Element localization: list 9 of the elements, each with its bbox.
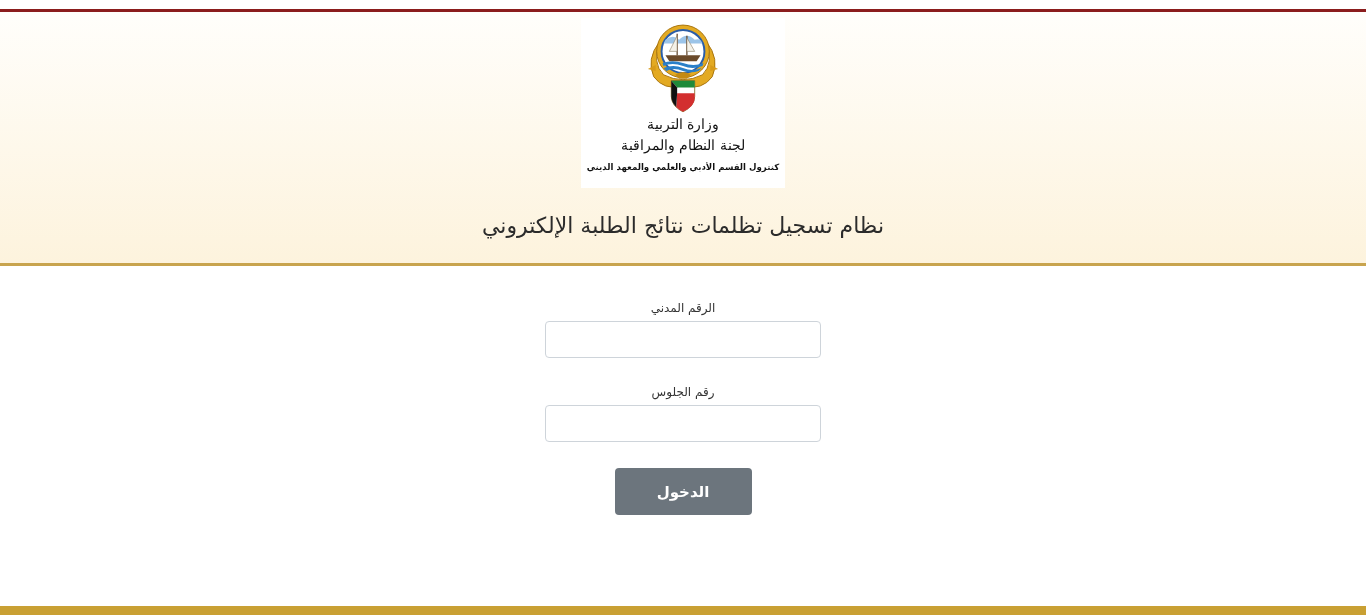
logo-text: كنترول القسم الأدبي والعلمي والمعهد الديني <box>586 161 780 175</box>
input-field[interactable] <box>545 321 821 358</box>
logo-text: لجنة النظام والمراقبة <box>621 136 745 156</box>
login-button[interactable]: الدخول <box>614 468 752 515</box>
logo-text: وزارة التربية <box>646 115 720 135</box>
input-field[interactable] <box>545 405 821 442</box>
page-title: نظام تسجيل تظلمات نتائج الطلبة الإلكتروني <box>482 212 885 241</box>
field-label: رقم الجلوس <box>651 384 715 400</box>
field-label: الرقم المدني <box>650 300 716 316</box>
